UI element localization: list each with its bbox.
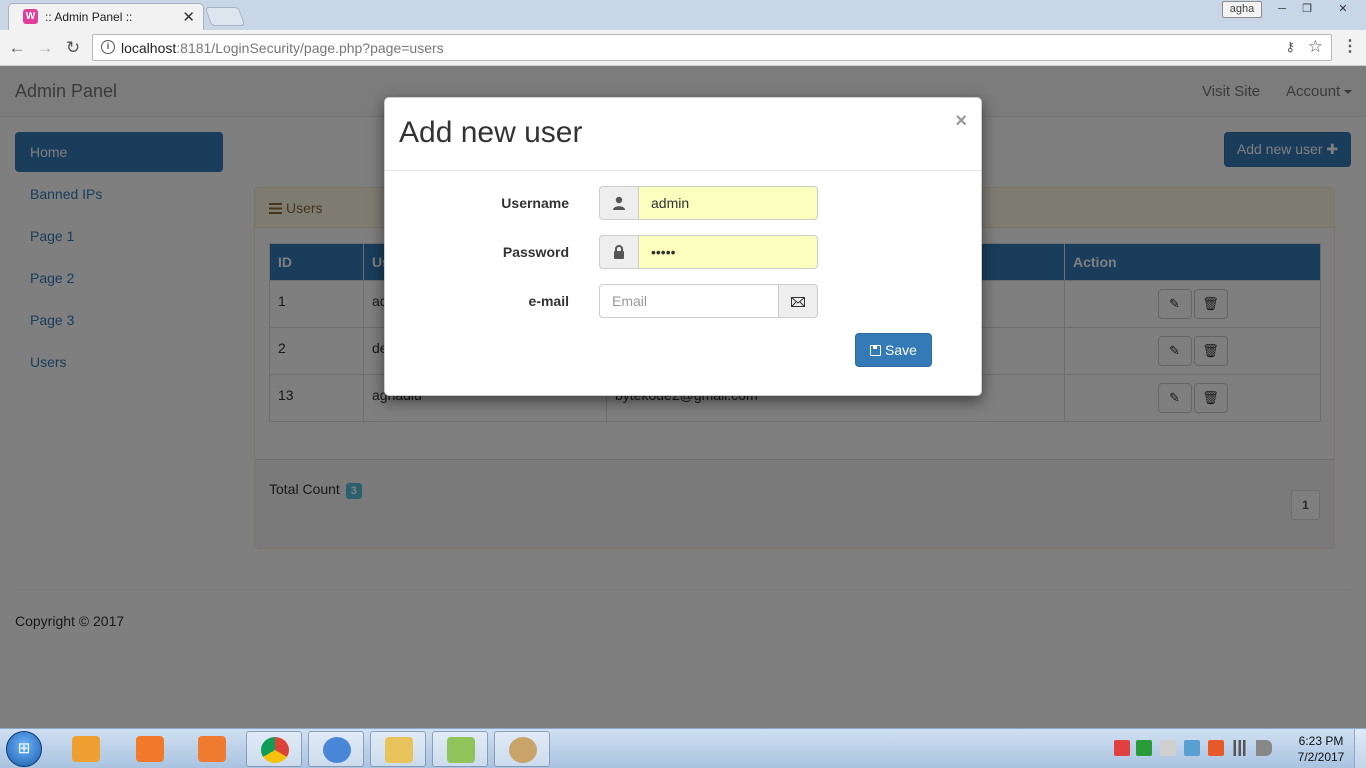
url-path: :8181/LoginSecurity/page.php?page=users xyxy=(176,40,444,56)
tab-title: :: Admin Panel :: xyxy=(45,10,133,24)
password-input[interactable]: ••••• xyxy=(638,235,818,269)
tray-app-icon[interactable] xyxy=(1114,740,1130,756)
save-button[interactable]: Save xyxy=(855,333,932,367)
taskbar-screenshot-tool[interactable] xyxy=(122,731,178,767)
paint-palette-icon xyxy=(509,737,537,763)
chrome-profile-icon xyxy=(323,737,351,763)
browser-menu-icon[interactable]: ⋮ xyxy=(1342,37,1358,59)
tray-crop-icon[interactable] xyxy=(1208,740,1224,756)
lock-icon xyxy=(599,235,639,269)
folder-icon xyxy=(385,737,413,763)
window-minimize-button[interactable]: ─ xyxy=(1268,1,1296,18)
taskbar-clock[interactable]: 6:23 PM 7/2/2017 xyxy=(1286,733,1356,765)
browser-tabstrip: W :: Admin Panel :: ✕ agha ─ ❐ ✕ xyxy=(0,0,1366,30)
username-input[interactable]: admin xyxy=(638,186,818,220)
screenshot-tool-icon xyxy=(136,736,164,762)
key-icon[interactable]: ⚷ xyxy=(1285,39,1295,55)
show-desktop-button[interactable] xyxy=(1354,729,1366,768)
back-arrow-icon[interactable]: ← xyxy=(6,37,28,59)
user-icon xyxy=(599,186,639,220)
browser-toolbar: ← → ↻ i localhost:8181/LoginSecurity/pag… xyxy=(0,30,1366,66)
address-bar[interactable]: i localhost:8181/LoginSecurity/page.php?… xyxy=(92,34,1332,61)
add-user-modal: Add new user × Username admin Password •… xyxy=(384,97,982,396)
taskbar-notepad-plus[interactable] xyxy=(432,731,488,767)
email-label: e-mail xyxy=(528,293,569,309)
forward-arrow-icon[interactable]: → xyxy=(34,37,56,59)
chrome-icon xyxy=(261,737,289,763)
taskbar-file-explorer[interactable] xyxy=(370,731,426,767)
email-placeholder: Email xyxy=(612,293,648,309)
volume-icon[interactable] xyxy=(1256,740,1272,756)
browser-tab-active[interactable]: W :: Admin Panel :: ✕ xyxy=(8,3,204,30)
taskbar-chrome[interactable] xyxy=(246,731,302,767)
username-label: Username xyxy=(501,195,569,211)
email-row: e-mail Email xyxy=(385,284,983,318)
camera-icon xyxy=(198,736,226,762)
windows-start-icon[interactable]: ⊞ xyxy=(6,731,42,767)
window-restore-button[interactable]: ❐ xyxy=(1293,1,1321,18)
taskbar-camera-tool[interactable] xyxy=(184,731,240,767)
tab-close-icon[interactable]: ✕ xyxy=(182,8,195,26)
password-label: Password xyxy=(502,244,569,260)
url-host: localhost xyxy=(121,40,177,56)
tray-flag-icon[interactable] xyxy=(1160,740,1176,756)
notepad-plus-icon xyxy=(447,737,475,763)
floppy-disk-icon xyxy=(870,345,882,356)
save-label: Save xyxy=(885,342,917,358)
taskbar-paint[interactable] xyxy=(494,731,550,767)
modal-title: Add new user xyxy=(399,116,583,149)
new-tab-button[interactable] xyxy=(204,7,246,26)
info-icon[interactable]: i xyxy=(101,40,115,54)
email-input[interactable]: Email xyxy=(599,284,779,318)
profile-chip[interactable]: agha xyxy=(1222,1,1262,18)
tray-wamp-icon[interactable] xyxy=(1136,740,1152,756)
page-viewport: Admin Panel Visit Site Account Home Bann… xyxy=(0,66,1366,728)
media-player-icon xyxy=(72,736,100,762)
modal-header: Add new user × xyxy=(385,98,981,171)
bookmark-star-icon[interactable]: ☆ xyxy=(1308,37,1323,57)
username-row: Username admin xyxy=(385,186,983,220)
envelope-icon xyxy=(778,284,818,318)
window-close-button[interactable]: ✕ xyxy=(1326,1,1360,18)
modal-close-icon[interactable]: × xyxy=(955,110,967,133)
reload-icon[interactable]: ↻ xyxy=(62,37,84,59)
clock-time: 6:23 PM xyxy=(1298,734,1344,748)
taskbar-chrome-profile[interactable] xyxy=(308,731,364,767)
wamp-icon: W xyxy=(23,9,38,24)
url-text[interactable]: localhost:8181/LoginSecurity/page.php?pa… xyxy=(121,40,444,56)
windows-taskbar: ⊞ 6:23 PM 7/2/2017 xyxy=(0,728,1366,768)
taskbar-media-player[interactable] xyxy=(58,731,114,767)
clock-date: 7/2/2017 xyxy=(1297,750,1345,764)
password-row: Password ••••• xyxy=(385,235,983,269)
tray-sync-icon[interactable] xyxy=(1184,740,1200,756)
network-signal-icon[interactable] xyxy=(1232,740,1248,756)
